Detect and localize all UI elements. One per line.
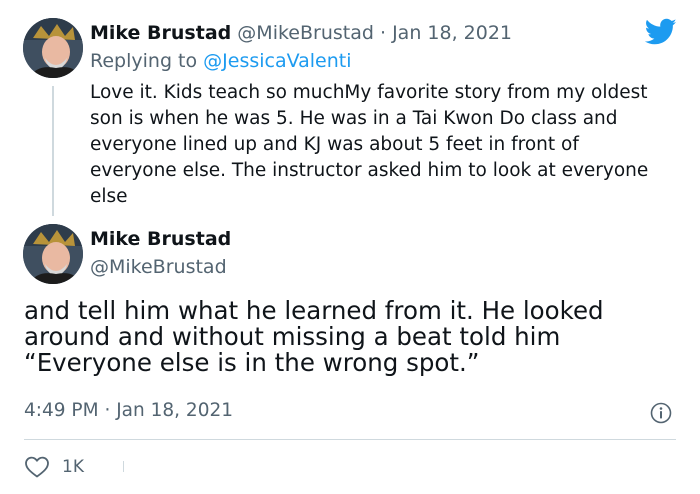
user-handle[interactable]: @MikeBrustad bbox=[90, 254, 227, 280]
avatar-image bbox=[23, 18, 83, 78]
heart-icon bbox=[25, 456, 49, 478]
like-count: 1K bbox=[62, 457, 84, 477]
tweet-timestamp[interactable]: 4:49 PM · Jan 18, 2021 bbox=[24, 398, 233, 424]
replying-to: Replying to @JessicaValenti bbox=[90, 48, 352, 74]
avatar[interactable] bbox=[23, 224, 83, 284]
tweet-date: Jan 18, 2021 bbox=[116, 400, 233, 421]
mention-link[interactable]: @JessicaValenti bbox=[203, 50, 351, 72]
tweet-date[interactable]: Jan 18, 2021 bbox=[392, 22, 512, 44]
info-icon[interactable] bbox=[650, 402, 672, 424]
tweet-time: 4:49 PM bbox=[24, 400, 99, 421]
divider bbox=[24, 439, 676, 440]
replying-to-label: Replying to bbox=[90, 50, 204, 72]
twitter-bird-icon[interactable] bbox=[645, 18, 677, 46]
action-separator bbox=[123, 461, 124, 472]
avatar[interactable] bbox=[23, 18, 83, 78]
user-handle[interactable]: @MikeBrustad bbox=[237, 22, 374, 44]
display-name[interactable]: Mike Brustad bbox=[90, 22, 231, 44]
tweet-card: Mike Brustad @MikeBrustad · Jan 18, 2021… bbox=[0, 0, 700, 494]
display-name[interactable]: Mike Brustad bbox=[90, 226, 231, 252]
separator-dot: · bbox=[104, 400, 111, 421]
avatar-image bbox=[23, 224, 83, 284]
reply-tweet-text: Love it. Kids teach so muchMy favorite s… bbox=[90, 82, 649, 207]
thread-connector bbox=[52, 86, 54, 216]
like-button[interactable]: 1K bbox=[24, 454, 84, 480]
reply-header: Mike Brustad @MikeBrustad · Jan 18, 2021 bbox=[90, 20, 512, 46]
main-tweet-text: and tell him what he learned from it. He… bbox=[24, 296, 604, 377]
separator-dot: · bbox=[379, 22, 387, 44]
